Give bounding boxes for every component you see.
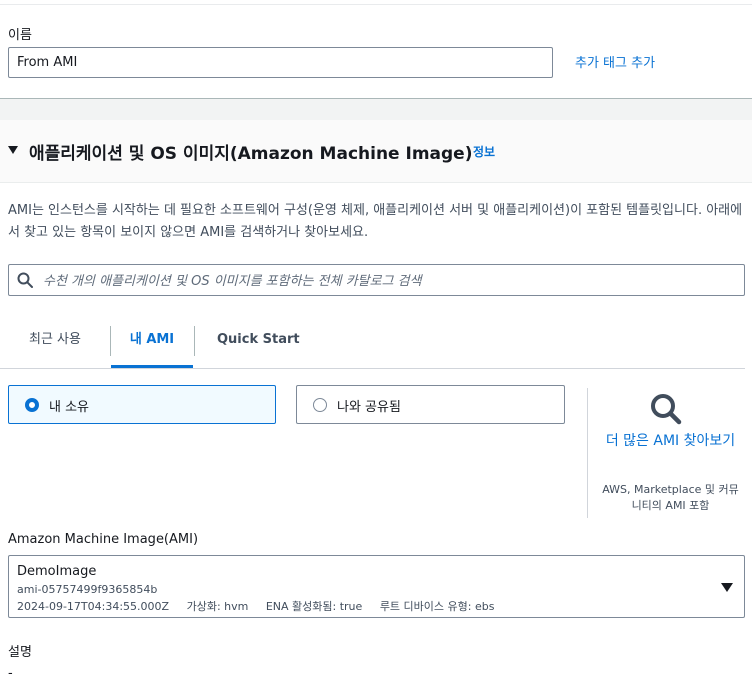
search-icon — [17, 272, 33, 288]
tab-my-ami[interactable]: 내 AMI — [111, 316, 193, 368]
option-owned-by-me[interactable]: 내 소유 — [8, 385, 276, 424]
search-box[interactable] — [8, 264, 745, 297]
top-divider — [0, 4, 752, 5]
ami-select[interactable]: DemoImage ami-05757499f9365854b 2024-09-… — [8, 555, 745, 618]
ami-name: DemoImage — [17, 564, 97, 579]
radio-unselected[interactable] — [313, 398, 327, 412]
ami-meta: 2024-09-17T04:34:55.000Z 가상화: hvm ENA 활성… — [17, 598, 508, 614]
dropdown-caret-icon[interactable] — [721, 583, 733, 592]
info-link[interactable]: 정보 — [473, 143, 495, 160]
browse-more-panel: 더 많은 AMI 찾아보기 AWS, Marketplace 및 커뮤니티의 A… — [587, 388, 752, 518]
option-owned-label: 내 소유 — [49, 400, 90, 415]
option-shared-label: 나와 공유됨 — [337, 400, 401, 415]
tab-recent[interactable]: 최근 사용 — [29, 316, 81, 367]
ami-created: 2024-09-17T04:34:55.000Z — [17, 600, 170, 613]
section-separator — [0, 98, 752, 121]
ami-root-device: 루트 디바이스 유형: ebs — [379, 600, 495, 613]
ami-tabs: 최근 사용 내 AMI Quick Start — [0, 316, 745, 369]
tab-quick-start[interactable]: Quick Start — [217, 316, 300, 367]
name-label: 이름 — [8, 28, 32, 43]
radio-selected[interactable] — [25, 398, 39, 412]
search-input[interactable] — [41, 265, 735, 297]
ami-virtualization: 가상화: hvm — [186, 600, 249, 613]
browse-more-ami-link[interactable]: 더 많은 AMI 찾아보기 — [598, 430, 743, 452]
ami-id: ami-05757499f9365854b — [17, 583, 158, 596]
section-title: 애플리케이션 및 OS 이미지(Amazon Machine Image) — [29, 144, 473, 164]
section-description: AMI는 인스턴스를 시작하는 데 필요한 소프트웨어 구성(운영 체제, 애플… — [8, 203, 743, 240]
ami-ena: ENA 활성화됨: true — [265, 600, 363, 613]
name-input[interactable] — [8, 47, 553, 78]
description-label: 설명 — [8, 645, 32, 660]
description-value: - — [8, 666, 13, 681]
add-tag-link[interactable]: 추가 태그 추가 — [575, 52, 655, 71]
caret-down-icon[interactable] — [8, 146, 18, 154]
option-shared-with-me[interactable]: 나와 공유됨 — [296, 385, 565, 424]
ami-select-label: Amazon Machine Image(AMI) — [8, 532, 199, 547]
tab-divider — [194, 326, 195, 356]
browse-more-subtext: AWS, Marketplace 및 커뮤니티의 AMI 포함 — [602, 483, 739, 512]
magnifier-icon[interactable] — [649, 392, 683, 426]
